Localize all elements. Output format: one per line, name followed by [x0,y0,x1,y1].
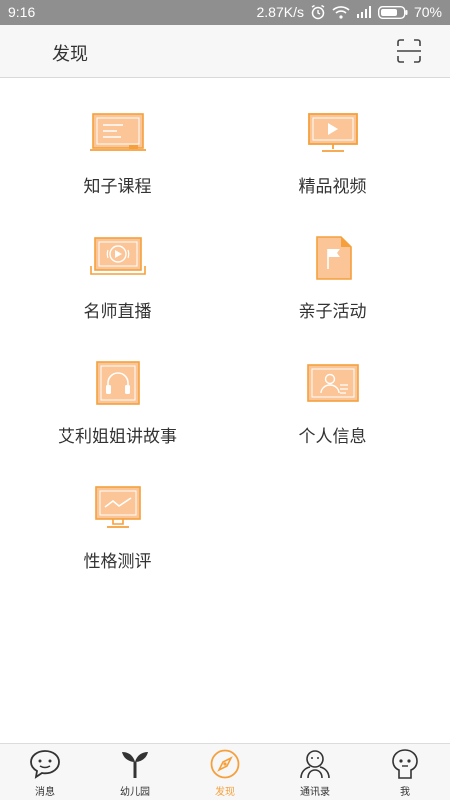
sprout-icon [118,747,152,781]
tab-me[interactable]: 我 [365,744,445,798]
tab-label: 发现 [215,787,235,798]
live-broadcast-icon [87,235,149,281]
tab-contacts[interactable]: 通讯录 [275,744,355,798]
battery-icon [377,5,408,19]
grid-item-live[interactable]: 名师直播 [5,203,230,328]
network-speed: 2.87K/s [256,4,304,20]
chat-bubble-icon [28,747,62,781]
video-monitor-icon [302,110,364,156]
grid-item-label: 个人信息 [298,427,367,447]
tab-label: 通讯录 [300,787,330,798]
grid-item-label: 知子课程 [83,177,152,197]
grid-item-activity[interactable]: 亲子活动 [220,203,445,328]
page-header: 发现 [0,25,450,78]
status-time: 9:16 [8,4,36,20]
grid-item-story[interactable]: 艾利姐姐讲故事 [5,328,230,453]
grid-item-label: 性格测评 [83,552,152,572]
grid-item-label: 艾利姐姐讲故事 [58,427,177,447]
compass-icon [208,747,242,781]
tab-kindergarten[interactable]: 幼儿园 [95,744,175,798]
alarm-icon [310,4,326,20]
tab-label: 幼儿园 [120,787,150,798]
scan-icon [397,39,421,63]
flag-document-icon [302,235,364,281]
tab-label: 我 [400,787,410,798]
grid-item-video[interactable]: 精品视频 [220,78,445,203]
scan-button[interactable] [396,38,422,64]
grid-item-personality-test[interactable]: 性格测评 [5,453,230,578]
bottom-tab-bar: 消息 幼儿园 发现 通讯录 我 [0,743,450,800]
signal-icon [356,6,372,18]
tab-messages[interactable]: 消息 [5,744,85,798]
battery-level: 70% [413,4,442,20]
contacts-icon [298,747,332,781]
discover-screen: 9:16 2.87K/s 70% 发现 知子课程 精品视频 名师直播 亲子活动 … [0,0,450,800]
profile-card-icon [302,360,364,406]
grid-item-profile[interactable]: 个人信息 [220,328,445,453]
grid-item-label: 亲子活动 [298,302,367,322]
tab-discover[interactable]: 发现 [185,744,265,798]
page-title: 发现 [52,44,88,65]
course-board-icon [87,110,149,156]
wifi-icon [332,5,350,19]
chart-monitor-icon [87,485,149,531]
grid-item-course[interactable]: 知子课程 [5,78,230,203]
me-face-icon [388,747,422,781]
headphones-icon [87,360,149,406]
grid-item-label: 名师直播 [83,302,152,322]
status-bar: 9:16 2.87K/s 70% [0,0,450,25]
tab-label: 消息 [35,787,55,798]
grid-item-label: 精品视频 [298,177,367,197]
status-indicators: 2.87K/s 70% [256,4,442,20]
